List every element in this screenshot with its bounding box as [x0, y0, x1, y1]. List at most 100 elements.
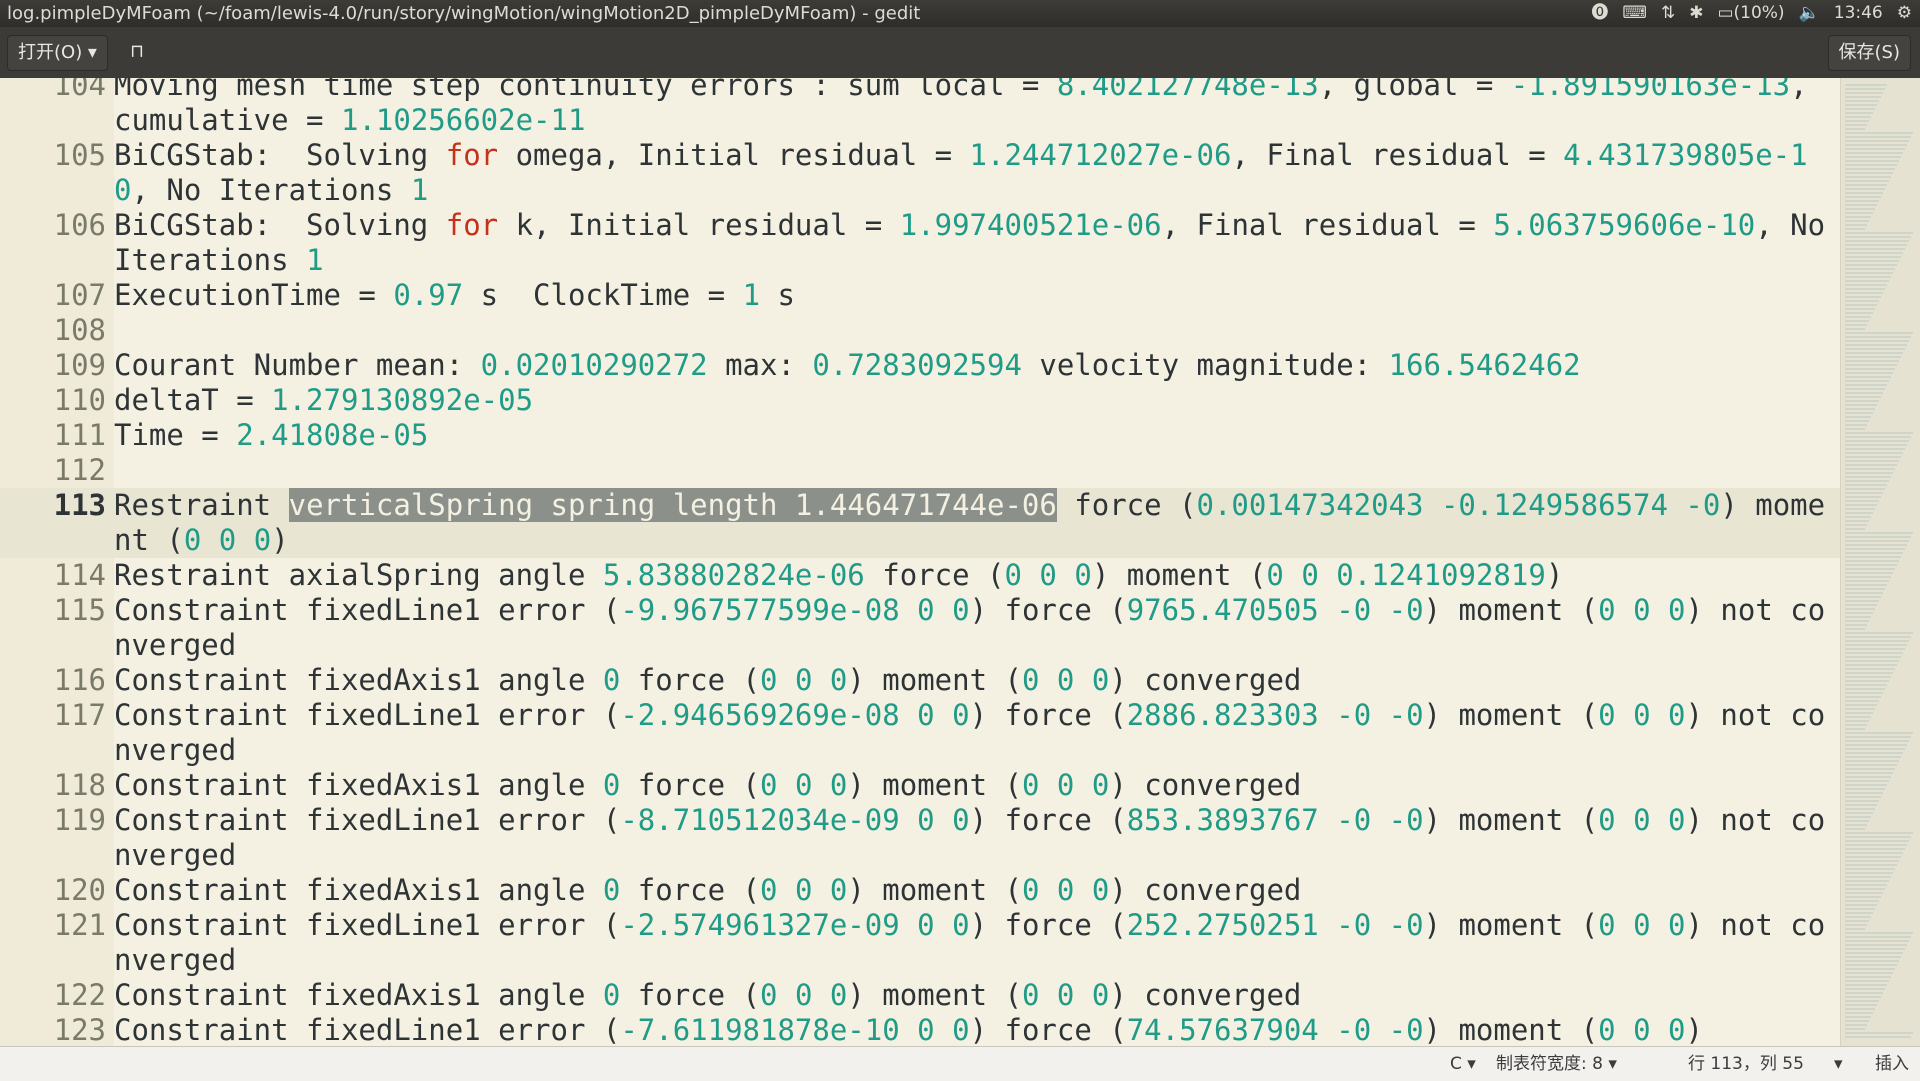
keyboard-icon[interactable]: ⌨ [1622, 0, 1647, 27]
save-button[interactable]: 保存(S) [1827, 35, 1911, 71]
code-line[interactable]: 107 ExecutionTime = 0.97 s ClockTime = 1 … [0, 278, 1840, 313]
position-dropdown[interactable]: ▾ [1834, 1047, 1843, 1081]
code-line[interactable]: 122 Constraint fixedAxis1 angle 0 force (… [0, 978, 1840, 1013]
minimap-line [1845, 560, 1899, 562]
code-line[interactable]: 121 Constraint fixedLine1 error (-2.57496… [0, 908, 1840, 978]
minimap-line [1845, 116, 1871, 118]
accessibility-icon[interactable]: ⓿ [1591, 0, 1608, 27]
battery-percent: (10%) [1733, 3, 1785, 23]
cursor-position: 行 113，列 55 [1688, 1054, 1804, 1074]
code-line[interactable]: 117 Constraint fixedLine1 error (-2.94656… [0, 698, 1840, 768]
gear-icon[interactable]: ⚙ [1897, 0, 1912, 27]
line-text[interactable]: Constraint fixedAxis1 angle 0 force (0 0… [111, 978, 1840, 1013]
line-text[interactable]: Constraint fixedLine1 error (-9.96757759… [111, 593, 1840, 663]
line-text[interactable]: ​ [111, 453, 1840, 488]
minimap-line [1845, 332, 1913, 334]
line-text[interactable]: Time = 2.41808e-05 [111, 418, 1840, 453]
code-line[interactable]: 111 Time = 2.41808e-05 [0, 418, 1840, 453]
minimap-line [1845, 184, 1887, 186]
current-line[interactable]: 113 Restraint verticalSpring spring lengt… [0, 488, 1840, 558]
line-text[interactable]: Courant Number mean: 0.02010290272 max: … [111, 348, 1840, 383]
line-text[interactable]: Constraint fixedAxis1 angle 0 force (0 0… [111, 873, 1840, 908]
new-tab-icon[interactable]: ⊓ [120, 35, 154, 69]
minimap-line [1845, 344, 1907, 346]
code-line[interactable]: 112​ [0, 453, 1840, 488]
minimap-line [1845, 624, 1867, 626]
language-selector[interactable]: C ▾ [1450, 1047, 1476, 1081]
line-text[interactable]: Restraint verticalSpring spring length 1… [111, 488, 1840, 558]
bluetooth-icon[interactable]: ✱ [1689, 0, 1703, 27]
line-text[interactable]: ExecutionTime = 0.97 s ClockTime = 1 s [111, 278, 1840, 313]
line-text[interactable]: ​ [111, 313, 1840, 348]
text-editor[interactable]: 104 Moving mesh time step continuity erro… [0, 78, 1840, 1046]
minimap-line [1845, 168, 1895, 170]
line-number: 112 [53, 453, 106, 487]
minimap-line [1845, 952, 1903, 954]
line-number: 118 [53, 768, 106, 802]
line-text[interactable]: Restraint axialSpring angle 5.838802824e… [111, 558, 1840, 593]
minimap-line [1845, 120, 1869, 122]
minimap-line [1845, 300, 1879, 302]
minimap-line [1845, 1016, 1871, 1018]
minimap-line [1845, 644, 1907, 646]
minimap-line [1845, 512, 1873, 514]
minimap-line [1845, 216, 1871, 218]
minimap-line [1845, 492, 1883, 494]
code-line[interactable]: 104 Moving mesh time step continuity erro… [0, 78, 1840, 138]
minimap-line [1845, 308, 1875, 310]
line-text[interactable]: Constraint fixedAxis1 angle 0 force (0 0… [111, 663, 1840, 698]
code-line[interactable]: 110 deltaT = 1.279130892e-05 [0, 383, 1840, 418]
code-line[interactable]: 120 Constraint fixedAxis1 angle 0 force (… [0, 873, 1840, 908]
line-text[interactable]: deltaT = 1.279130892e-05 [111, 383, 1840, 418]
tab-width-selector[interactable]: 制表符宽度: 8 ▾ [1496, 1047, 1617, 1081]
code-line[interactable]: 115 Constraint fixedLine1 error (-9.96757… [0, 593, 1840, 663]
minimap-line [1845, 336, 1911, 338]
code-line[interactable]: 105 BiCGStab: Solving for omega, Initial … [0, 138, 1840, 208]
minimap-line [1845, 340, 1909, 342]
clock[interactable]: 13:46 [1834, 0, 1883, 27]
code-line[interactable]: 118 Constraint fixedAxis1 angle 0 force (… [0, 768, 1840, 803]
volume-icon[interactable]: 🔈 [1799, 0, 1820, 27]
minimap-line [1845, 760, 1899, 762]
minimap-line [1845, 132, 1913, 134]
open-button[interactable]: 打开(O) ▾ [7, 35, 108, 71]
editor-lines[interactable]: 104 Moving mesh time step continuity erro… [0, 78, 1840, 1046]
minimap-line [1845, 964, 1897, 966]
minimap-line [1845, 796, 1881, 798]
code-line[interactable]: 109 Courant Number mean: 0.02010290272 ma… [0, 348, 1840, 383]
line-text[interactable]: BiCGStab: Solving for omega, Initial res… [111, 138, 1840, 208]
code-line[interactable]: 119 Constraint fixedLine1 error (-8.71051… [0, 803, 1840, 873]
line-text[interactable]: Constraint fixedLine1 error (-8.71051203… [111, 803, 1840, 873]
minimap-line [1845, 472, 1893, 474]
minimap-line [1845, 468, 1895, 470]
line-text[interactable]: Constraint fixedLine1 error (-7.61198187… [111, 1013, 1840, 1046]
minimap-line [1845, 252, 1903, 254]
code-line[interactable]: 116 Constraint fixedAxis1 angle 0 force (… [0, 663, 1840, 698]
minimap-line [1845, 224, 1867, 226]
code-line[interactable]: 123 Constraint fixedLine1 error (-7.61198… [0, 1013, 1840, 1046]
minimap-line [1845, 256, 1901, 258]
minimap-line [1845, 432, 1913, 434]
line-text[interactable]: BiCGStab: Solving for k, Initial residua… [111, 208, 1840, 278]
line-text[interactable]: Moving mesh time step continuity errors … [111, 78, 1840, 138]
line-text[interactable]: Constraint fixedLine1 error (-2.57496132… [111, 908, 1840, 978]
line-text[interactable]: Constraint fixedLine1 error (-2.94656926… [111, 698, 1840, 768]
minimap-line [1845, 108, 1875, 110]
network-icon[interactable]: ⇅ [1661, 0, 1675, 27]
minimap-line [1845, 936, 1911, 938]
line-number: 123 [53, 1013, 106, 1046]
minimap-line [1845, 1004, 1877, 1006]
minimap-line [1845, 352, 1903, 354]
minimap-line [1845, 208, 1875, 210]
line-text[interactable]: Constraint fixedAxis1 angle 0 force (0 0… [111, 768, 1840, 803]
code-line[interactable]: 108​ [0, 313, 1840, 348]
minimap-line [1845, 600, 1879, 602]
code-line[interactable]: 114 Restraint axialSpring angle 5.8388028… [0, 558, 1840, 593]
minimap-line [1845, 780, 1889, 782]
code-line[interactable]: 106 BiCGStab: Solving for k, Initial resi… [0, 208, 1840, 278]
minimap-line [1845, 804, 1877, 806]
battery-indicator[interactable]: ▭(10%) [1717, 0, 1784, 27]
minimap-line [1845, 228, 1865, 230]
minimap[interactable] [1840, 78, 1920, 1046]
minimap-line [1845, 648, 1905, 650]
